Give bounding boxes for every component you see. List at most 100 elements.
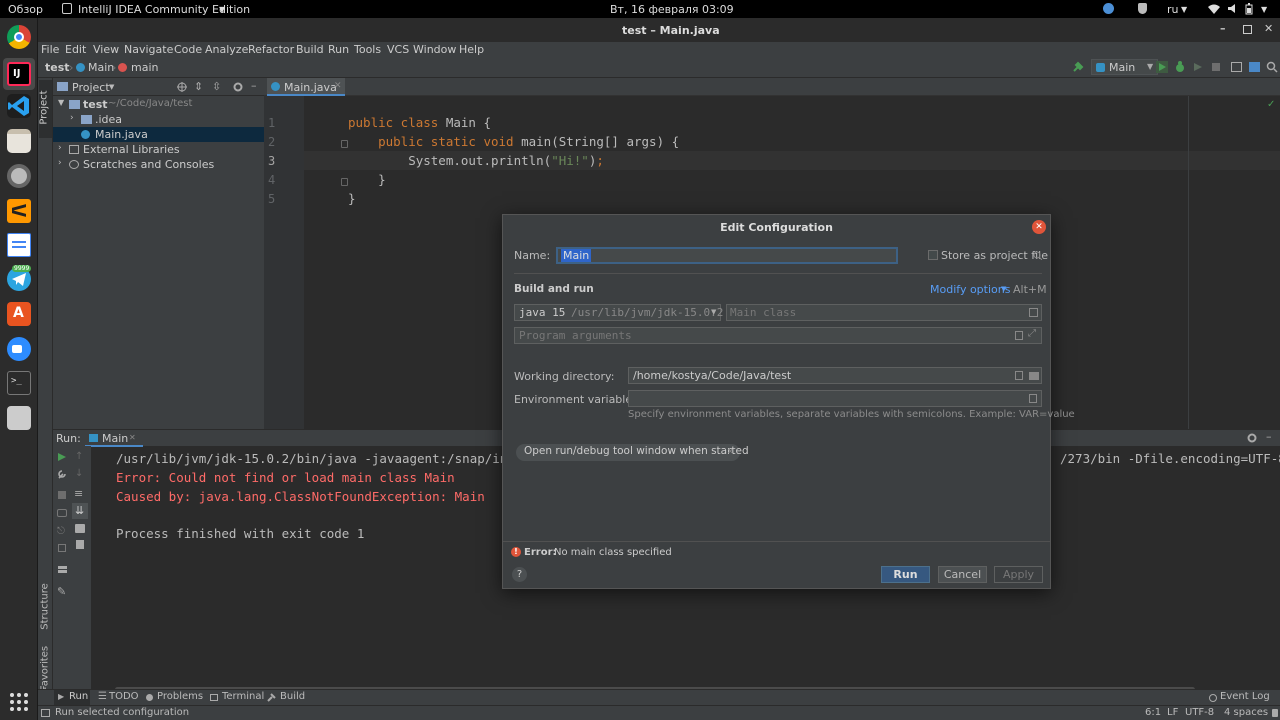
maximize-icon[interactable] (1243, 25, 1252, 34)
menu-window[interactable]: Window (413, 43, 456, 56)
problems-tool-tab[interactable]: Problems (157, 691, 203, 702)
caret-position[interactable]: 6:1 (1145, 707, 1161, 718)
menu-analyze[interactable]: Analyze (205, 43, 248, 56)
lock-icon[interactable] (1272, 709, 1278, 717)
run-config-selector[interactable]: Main ▼ (1091, 59, 1158, 75)
expand-icon[interactable]: ⤢ (1028, 328, 1036, 339)
indent-setting[interactable]: 4 spaces (1224, 707, 1268, 718)
insert-macro-icon[interactable] (1015, 331, 1023, 340)
run-button[interactable]: Run (881, 566, 930, 583)
status-icon[interactable] (1103, 3, 1114, 14)
menu-file[interactable]: File (41, 43, 59, 56)
battery-icon[interactable] (1245, 3, 1253, 15)
editor-tab-main-java[interactable]: Main.java ✕ (267, 78, 345, 96)
fold-icon[interactable] (341, 140, 348, 148)
zoom-icon[interactable] (7, 337, 31, 361)
menu-edit[interactable]: Edit (65, 43, 86, 56)
activities-button[interactable]: Обзор (8, 3, 43, 16)
open-tool-window-chip[interactable]: Open run/debug tool window when started … (516, 444, 749, 461)
minimize-icon[interactable]: – (1220, 22, 1226, 35)
program-arguments-input[interactable]: Program arguments ⤢ (514, 327, 1042, 344)
run-tab-main[interactable]: Main ✕ (85, 430, 143, 447)
up-arrow-icon[interactable]: ↑ (75, 451, 83, 462)
structure-tool-button[interactable]: Structure (40, 575, 51, 639)
event-log-tool-tab[interactable]: Event Log (1220, 691, 1270, 702)
project-structure-icon[interactable] (1231, 62, 1242, 72)
hide-panel-icon[interactable]: – (251, 79, 257, 92)
collapse-all-icon[interactable]: ⇳ (212, 80, 221, 93)
name-input[interactable]: Main (556, 247, 898, 264)
vscode-icon[interactable] (7, 94, 31, 118)
debug-icon[interactable] (1174, 61, 1186, 73)
wifi-icon[interactable] (1207, 3, 1221, 14)
tree-item-idea[interactable]: › .idea (53, 112, 264, 127)
line-separator[interactable]: LF (1167, 707, 1178, 718)
settings-icon[interactable] (7, 164, 31, 188)
software-center-icon[interactable]: A (7, 302, 31, 326)
expand-all-icon[interactable]: ⇕ (194, 80, 203, 93)
chrome-icon[interactable] (7, 25, 31, 49)
chip-close-icon[interactable]: ✕ (727, 447, 734, 456)
dialog-close-icon[interactable]: ✕ (1032, 220, 1046, 234)
tree-item-scratches[interactable]: › Scratches and Consoles (53, 157, 264, 172)
pin-icon[interactable]: ✎ (57, 585, 66, 598)
ide-update-icon[interactable] (1249, 62, 1260, 72)
clock[interactable]: Вт, 16 февраля 03:09 (610, 3, 734, 16)
menu-view[interactable]: View (93, 43, 119, 56)
tree-item-root[interactable]: ▼ test ~/Code/Java/test (53, 97, 264, 112)
breadcrumb-class[interactable]: Main (88, 61, 114, 74)
menu-code[interactable]: Code (174, 43, 202, 56)
exit-icon[interactable]: ⎋ (57, 526, 65, 537)
file-encoding[interactable]: UTF-8 (1185, 707, 1214, 718)
close-tab-icon[interactable]: ✕ (129, 433, 136, 442)
help-icon[interactable]: ? (512, 567, 527, 582)
todo-tool-tab[interactable]: TODO (109, 691, 139, 702)
layout-toggle-icon[interactable] (41, 709, 50, 717)
breadcrumb-project[interactable]: test (45, 61, 70, 74)
build-tool-tab[interactable]: Build (280, 691, 305, 702)
intellij-icon[interactable]: IJ (7, 62, 31, 86)
terminal-icon[interactable]: >_ (7, 371, 31, 395)
menu-help[interactable]: Help (459, 43, 484, 56)
working-directory-input[interactable]: /home/kostya/Code/Java/test (628, 367, 1042, 384)
coverage-icon[interactable] (1192, 61, 1204, 73)
menu-refactor[interactable]: Refactor (248, 43, 294, 56)
system-menu-chevron-icon[interactable]: ▼ (1261, 5, 1267, 14)
folder-icon[interactable] (1029, 372, 1039, 380)
fold-icon[interactable] (341, 178, 348, 186)
camera-icon[interactable] (57, 509, 67, 517)
environment-variables-input[interactable] (628, 390, 1042, 407)
restore-layout-icon[interactable] (58, 544, 66, 552)
insert-macro-icon[interactable] (1015, 371, 1023, 380)
gear-icon[interactable] (233, 82, 243, 92)
gear-icon[interactable] (1247, 433, 1257, 443)
show-applications-icon[interactable] (7, 689, 31, 713)
down-arrow-icon[interactable]: ↓ (75, 468, 83, 479)
print-icon[interactable] (75, 524, 85, 533)
stop-icon[interactable] (58, 491, 66, 499)
browse-icon[interactable] (1029, 308, 1038, 317)
wrench-icon[interactable] (57, 469, 67, 479)
soft-wrap-icon[interactable]: ≡ (74, 487, 83, 500)
menu-build[interactable]: Build (296, 43, 324, 56)
help-search-icon[interactable] (1033, 251, 1042, 260)
menu-run[interactable]: Run (328, 43, 349, 56)
apply-button[interactable]: Apply (994, 566, 1043, 583)
edit-variables-icon[interactable] (1029, 394, 1037, 403)
locate-icon[interactable] (177, 82, 187, 92)
rerun-icon[interactable] (57, 452, 67, 462)
menu-navigate[interactable]: Navigate (124, 43, 173, 56)
project-panel-title[interactable]: Project (72, 81, 110, 94)
keyboard-language[interactable]: ru (1167, 3, 1179, 16)
search-icon[interactable] (1266, 61, 1278, 73)
jdk-select[interactable]: java 15 /usr/lib/jvm/jdk-15.0.2 ▼ (514, 304, 723, 321)
tree-item-main-java[interactable]: Main.java (53, 127, 264, 142)
run-icon[interactable] (1156, 61, 1168, 73)
menu-tools[interactable]: Tools (354, 43, 381, 56)
cancel-button[interactable]: Cancel (938, 566, 987, 583)
hide-panel-icon[interactable]: – (1266, 430, 1272, 443)
close-window-icon[interactable]: ✕ (1264, 22, 1273, 35)
document-icon[interactable] (7, 233, 31, 257)
close-tab-icon[interactable]: ✕ (334, 81, 342, 91)
menu-vcs[interactable]: VCS (387, 43, 409, 56)
